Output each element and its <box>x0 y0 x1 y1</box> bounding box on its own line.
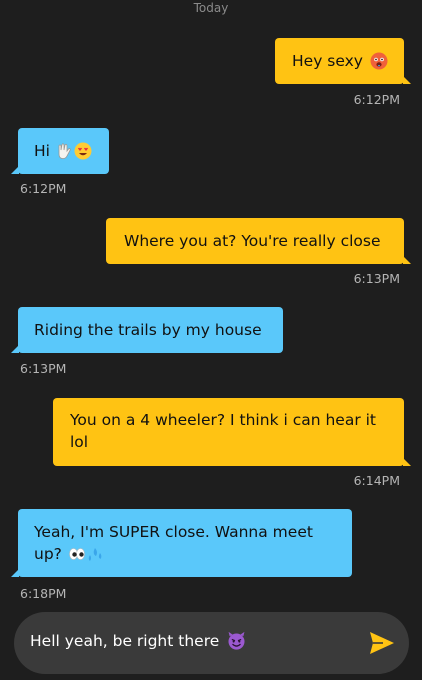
sweat-droplets-emoji-icon <box>88 547 102 561</box>
message-text: Hi <box>34 142 50 160</box>
message-text: Riding the trails by my house <box>34 321 262 339</box>
message-timestamp: 6:13PM <box>20 361 67 376</box>
eyes-emoji-icon <box>69 547 85 560</box>
message-bubble-outgoing[interactable]: Hey sexy <box>275 38 411 84</box>
message-bubble-incoming[interactable]: Riding the trails by my house <box>11 307 283 353</box>
heart-eyes-emoji-icon <box>74 142 92 159</box>
message-timestamp: 6:12PM <box>353 92 400 107</box>
message-timestamp: 6:12PM <box>20 181 67 196</box>
message-text: You on a 4 wheeler? I think i can hear i… <box>70 411 377 451</box>
day-separator: Today <box>193 1 229 15</box>
waving-hand-emoji-icon <box>58 142 71 159</box>
smiling-devil-emoji-icon <box>228 631 245 650</box>
message-timestamp: 6:14PM <box>353 473 400 488</box>
send-icon[interactable] <box>369 631 395 655</box>
message-bubble-incoming[interactable]: Yeah, I'm SUPER close. Wanna meet up? <box>11 509 352 577</box>
message-timestamp: 6:18PM <box>20 586 67 601</box>
message-text: Hey sexy <box>292 52 363 70</box>
message-bubble-outgoing[interactable]: Where you at? You're really close <box>106 218 411 264</box>
message-composer[interactable]: Hell yeah, be right there <box>14 612 409 674</box>
message-timestamp: 6:13PM <box>353 271 400 286</box>
message-input[interactable]: Hell yeah, be right there <box>30 631 246 651</box>
message-bubble-outgoing[interactable]: You on a 4 wheeler? I think i can hear i… <box>53 398 411 466</box>
message-text: Where you at? You're really close <box>124 232 381 250</box>
hot-face-emoji-icon <box>370 52 388 69</box>
message-bubble-incoming[interactable]: Hi <box>11 128 109 174</box>
message-input-value: Hell yeah, be right there <box>30 632 220 650</box>
